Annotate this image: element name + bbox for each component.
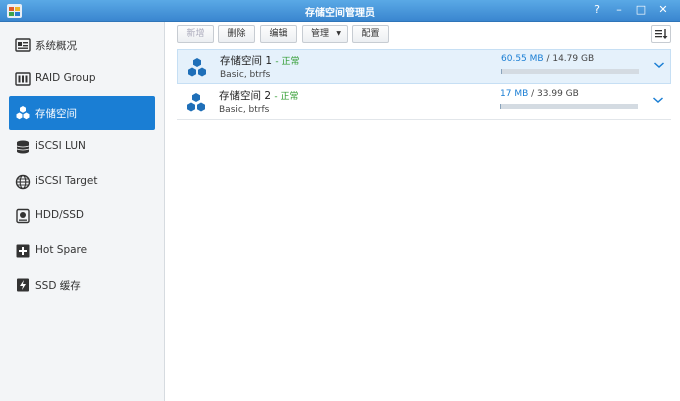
hot-spare-icon bbox=[16, 244, 30, 258]
sidebar-item-label: iSCSI Target bbox=[35, 175, 98, 187]
main-panel: 新增 删除 编辑 管理 ▼ 配置 存储空间 1 - 正常 Basic, btrf… bbox=[166, 22, 680, 401]
sidebar-item-volume[interactable]: 存储空间 bbox=[9, 96, 155, 130]
usage-bar-fill bbox=[500, 104, 502, 109]
volume-total: 33.99 GB bbox=[537, 89, 579, 99]
sidebar-item-label: 系统概况 bbox=[35, 40, 77, 52]
volume-row[interactable]: 存储空间 2 - 正常 Basic, btrfs 17 MB / 33.99 G… bbox=[177, 85, 671, 120]
sidebar-item-hdd-ssd[interactable]: HDD/SSD bbox=[9, 199, 155, 233]
volume-used: 17 MB bbox=[500, 89, 529, 99]
volume-cubes-icon bbox=[188, 58, 206, 77]
raid-group-icon bbox=[15, 72, 31, 86]
volume-cubes-icon bbox=[187, 93, 205, 112]
create-button[interactable]: 新增 bbox=[177, 25, 214, 43]
edit-button[interactable]: 编辑 bbox=[260, 25, 297, 43]
maximize-button[interactable]: □ bbox=[634, 3, 648, 17]
volume-used: 60.55 MB bbox=[501, 54, 544, 64]
minimize-button[interactable]: – bbox=[612, 3, 626, 17]
sidebar: 系统概况 RAID Group 存储空间 iSCSI LUN iSCSI Tar… bbox=[0, 22, 165, 401]
volume-total: 14.79 GB bbox=[552, 54, 595, 64]
volume-type: Basic, btrfs bbox=[219, 105, 270, 115]
volume-status: 正常 bbox=[281, 57, 300, 67]
volume-usage: 17 MB / 33.99 GB bbox=[500, 89, 579, 99]
sidebar-item-ssd-cache[interactable]: SSD 缓存 bbox=[9, 268, 155, 302]
chevron-down-icon[interactable] bbox=[652, 95, 664, 105]
usage-bar bbox=[501, 69, 639, 74]
sidebar-item-hot-spare[interactable]: Hot Spare bbox=[9, 234, 155, 268]
manage-label: 管理 bbox=[311, 29, 330, 39]
volume-name-line: 存储空间 1 - 正常 bbox=[220, 55, 300, 67]
sidebar-item-label: SSD 缓存 bbox=[35, 280, 81, 292]
caret-down-icon: ▼ bbox=[336, 30, 341, 37]
hdd-icon bbox=[16, 208, 30, 224]
sort-button[interactable] bbox=[651, 25, 671, 43]
sidebar-item-label: RAID Group bbox=[35, 72, 96, 84]
volume-cubes-icon bbox=[16, 106, 30, 120]
volume-name: 存储空间 1 bbox=[220, 55, 273, 67]
manage-dropdown-button[interactable]: 管理 ▼ bbox=[302, 25, 348, 43]
sidebar-item-raid-group[interactable]: RAID Group bbox=[9, 62, 155, 96]
usage-bar bbox=[500, 104, 638, 109]
window-titlebar: 存储空间管理员 ? – □ ✕ bbox=[0, 0, 680, 22]
iscsi-lun-icon bbox=[16, 140, 30, 154]
close-button[interactable]: ✕ bbox=[656, 3, 670, 17]
sort-icon bbox=[655, 29, 668, 39]
sidebar-item-overview[interactable]: 系统概况 bbox=[9, 28, 155, 62]
help-button[interactable]: ? bbox=[590, 3, 604, 17]
window-title: 存储空间管理员 bbox=[305, 8, 375, 19]
overview-icon bbox=[15, 38, 31, 52]
volume-name: 存储空间 2 bbox=[219, 90, 272, 102]
volume-type: Basic, btrfs bbox=[220, 70, 271, 80]
toolbar: 新增 删除 编辑 管理 ▼ 配置 bbox=[166, 22, 680, 48]
sidebar-item-label: HDD/SSD bbox=[35, 209, 85, 221]
volume-status: 正常 bbox=[280, 92, 299, 102]
usage-bar-fill bbox=[501, 69, 503, 74]
volume-name-line: 存储空间 2 - 正常 bbox=[219, 90, 299, 102]
config-button[interactable]: 配置 bbox=[352, 25, 389, 43]
sidebar-item-iscsi-lun[interactable]: iSCSI LUN bbox=[9, 130, 155, 164]
delete-button[interactable]: 删除 bbox=[218, 25, 255, 43]
sidebar-item-label: Hot Spare bbox=[35, 244, 88, 256]
volume-row[interactable]: 存储空间 1 - 正常 Basic, btrfs 60.55 MB / 14.7… bbox=[177, 49, 671, 84]
sidebar-item-label: 存储空间 bbox=[35, 108, 77, 120]
sidebar-item-label: iSCSI LUN bbox=[35, 140, 86, 152]
chevron-down-icon[interactable] bbox=[653, 60, 665, 70]
ssd-cache-icon bbox=[17, 278, 29, 292]
iscsi-target-icon bbox=[15, 174, 31, 190]
sidebar-item-iscsi-target[interactable]: iSCSI Target bbox=[9, 165, 155, 199]
volume-usage: 60.55 MB / 14.79 GB bbox=[501, 54, 595, 64]
